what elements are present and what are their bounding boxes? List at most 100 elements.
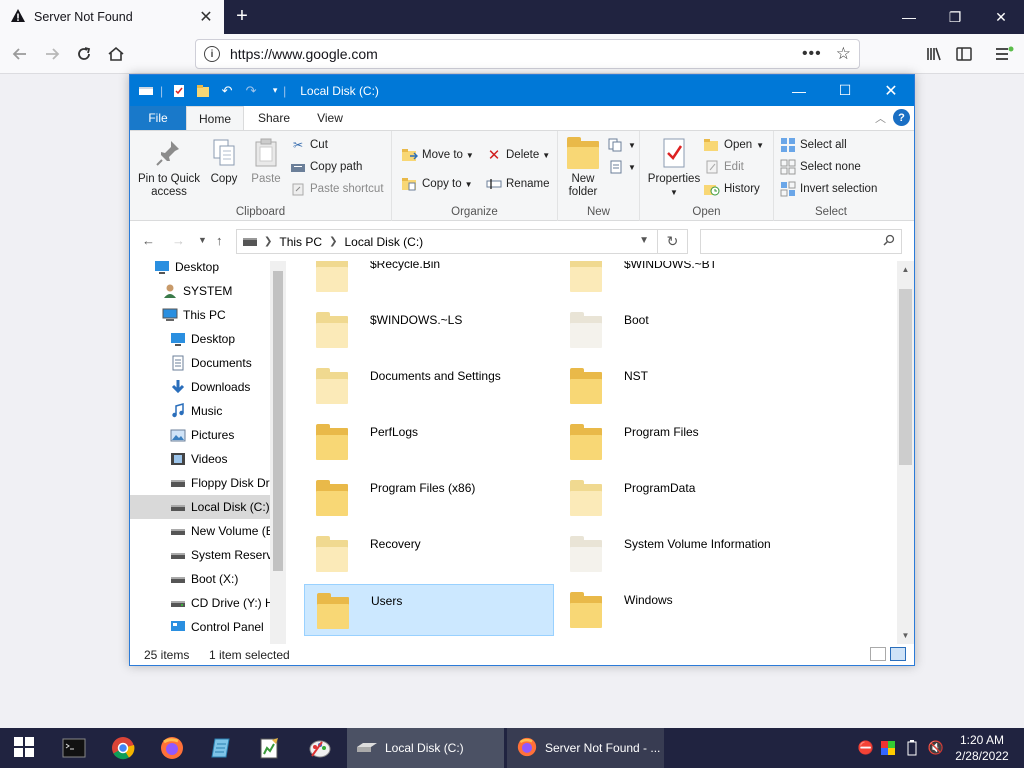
nav-item[interactable]: Desktop [130, 261, 270, 279]
folder-tile[interactable]: Windows [558, 584, 808, 636]
page-actions-icon[interactable]: ••• [802, 45, 822, 63]
taskbar-firefox-window[interactable]: Server Not Found - ... [507, 728, 664, 768]
scroll-down-arrow-icon[interactable]: ▼ [897, 627, 914, 644]
help-icon[interactable]: ? [893, 109, 910, 126]
customize-quick-access-icon[interactable]: ▾ [267, 83, 283, 99]
tab-home[interactable]: Home [186, 106, 244, 130]
easy-access-button[interactable]: ▼ [608, 157, 636, 177]
back-button[interactable] [6, 40, 34, 68]
paste-shortcut-button[interactable]: Paste shortcut [290, 179, 384, 199]
nav-item[interactable]: New Volume (E [130, 519, 270, 543]
folder-tile[interactable]: Users [304, 584, 554, 636]
folder-tile[interactable]: ProgramData [558, 472, 808, 524]
invert-selection-button[interactable]: Invert selection [780, 179, 877, 199]
nav-item[interactable]: Pictures [130, 423, 270, 447]
nav-item[interactable]: This PC [130, 303, 270, 327]
nav-item[interactable]: Videos [130, 447, 270, 471]
nav-item[interactable]: Downloads [130, 375, 270, 399]
display-tray-icon[interactable] [880, 740, 896, 756]
firefox-icon[interactable] [160, 736, 184, 760]
nav-pane-scrollbar[interactable] [270, 261, 286, 644]
folder-tile[interactable]: NST [558, 360, 808, 412]
details-view-icon[interactable] [870, 647, 886, 661]
minimize-explorer-button[interactable]: — [776, 75, 822, 106]
tab-view[interactable]: View [304, 106, 356, 130]
home-button[interactable] [102, 40, 130, 68]
folder-tile[interactable]: Recovery [304, 528, 554, 580]
volume-muted-icon[interactable]: 🔇 [928, 740, 944, 756]
rename-button[interactable]: Rename [486, 174, 549, 194]
nav-item[interactable]: Boot (X:) [130, 567, 270, 591]
nav-item[interactable]: Music [130, 399, 270, 423]
history-button[interactable]: History [704, 179, 760, 199]
folder-tile[interactable]: $WINDOWS.~LS [304, 304, 554, 356]
folder-tile[interactable]: $Recycle.Bin [304, 261, 554, 300]
nav-item[interactable]: Documents [130, 351, 270, 375]
nav-pane-scroll-thumb[interactable] [273, 271, 283, 571]
file-list-scroll-thumb[interactable] [899, 289, 912, 465]
breadcrumb-this-pc[interactable]: This PC [279, 235, 322, 249]
restore-browser-button[interactable]: ❐ [932, 0, 978, 34]
forward-button[interactable] [38, 40, 66, 68]
redo-icon[interactable]: ↷ [243, 83, 259, 99]
site-info-icon[interactable]: i [204, 46, 220, 62]
edit-document-icon[interactable] [258, 736, 282, 760]
start-button[interactable] [0, 728, 48, 768]
address-bar[interactable]: ❯ This PC ❯ Local Disk (C:) ▼ [236, 229, 658, 254]
scroll-up-arrow-icon[interactable]: ▲ [897, 261, 914, 278]
folder-tile[interactable]: $WINDOWS.~BT [558, 261, 808, 300]
up-nav-icon[interactable]: ↑ [216, 233, 223, 248]
library-icon[interactable] [920, 40, 948, 68]
copy-path-button[interactable]: Copy path [290, 157, 362, 177]
folder-tile[interactable]: PerfLogs [304, 416, 554, 468]
select-all-button[interactable]: Select all [780, 135, 847, 155]
breadcrumb-local-disk[interactable]: Local Disk (C:) [344, 235, 423, 249]
tab-file[interactable]: File [130, 106, 186, 130]
command-prompt-icon[interactable] [62, 736, 86, 760]
breadcrumb-separator-icon[interactable]: ❯ [329, 236, 337, 247]
minimize-browser-button[interactable]: — [886, 0, 932, 34]
tab-share[interactable]: Share [248, 106, 300, 130]
paint-app-icon[interactable] [308, 736, 332, 760]
pin-to-quick-access-button[interactable]: Pin to Quick access [136, 137, 202, 199]
bookmark-star-icon[interactable]: ☆ [836, 44, 851, 64]
browser-tab[interactable]: Server Not Found ✕ [0, 0, 224, 34]
new-folder-button[interactable]: New folder [562, 137, 604, 199]
new-folder-quick-icon[interactable] [195, 83, 211, 99]
edit-button[interactable]: Edit [704, 157, 744, 177]
menu-icon[interactable] [990, 40, 1018, 68]
open-button[interactable]: Open ▼ [704, 135, 764, 155]
close-explorer-button[interactable]: ✕ [868, 75, 914, 106]
nav-item[interactable]: Floppy Disk Dri [130, 471, 270, 495]
folder-tile[interactable]: System Volume Information [558, 528, 808, 580]
forward-nav-icon[interactable]: → [172, 233, 185, 248]
close-tab-icon[interactable]: ✕ [198, 9, 214, 26]
reload-button[interactable] [70, 40, 98, 68]
new-item-button[interactable]: ▼ [608, 135, 636, 155]
folder-tile[interactable]: Documents and Settings [304, 360, 554, 412]
maximize-explorer-button[interactable]: ☐ [822, 75, 868, 106]
back-nav-icon[interactable]: ← [142, 233, 155, 248]
url-bar[interactable]: i https://www.google.com ••• ☆ [195, 39, 860, 69]
clock[interactable]: 1:20 AM 2/28/2022 [948, 732, 1016, 764]
chevron-down-icon[interactable]: ▼ [639, 235, 649, 246]
file-list-scrollbar[interactable]: ▲ ▼ [897, 261, 914, 644]
tiles-view-icon[interactable] [890, 647, 906, 661]
copy-button[interactable]: Copy [206, 137, 242, 186]
delete-button[interactable]: ✕ Delete ▼ [486, 145, 550, 165]
copy-to-button[interactable]: Copy to ▼ [402, 174, 473, 194]
folder-tile[interactable]: Boot [558, 304, 808, 356]
refresh-button[interactable]: ↻ [658, 229, 688, 254]
properties-icon[interactable] [171, 83, 187, 99]
select-none-button[interactable]: Select none [780, 157, 861, 177]
sidebar-icon[interactable] [950, 40, 978, 68]
breadcrumb-separator-icon[interactable]: ❯ [264, 236, 272, 247]
network-tray-icon[interactable]: ⛔ [858, 740, 874, 756]
nav-item[interactable]: System Reserve [130, 543, 270, 567]
recent-locations-icon[interactable]: ▼ [198, 235, 207, 245]
chrome-icon[interactable] [111, 736, 135, 760]
battery-tray-icon[interactable] [904, 740, 920, 756]
nav-item[interactable]: Desktop [130, 327, 270, 351]
move-to-button[interactable]: Move to ▼ [402, 145, 474, 165]
close-browser-button[interactable]: ✕ [978, 0, 1024, 34]
